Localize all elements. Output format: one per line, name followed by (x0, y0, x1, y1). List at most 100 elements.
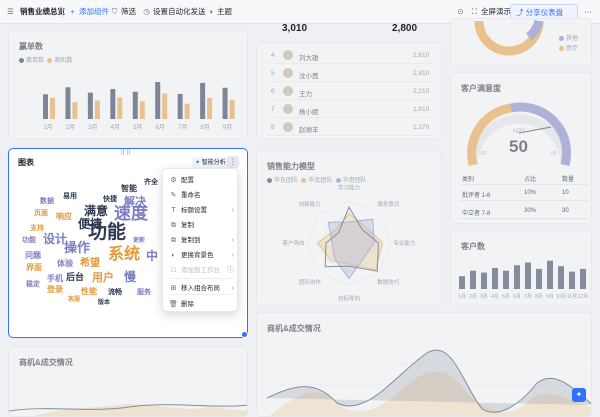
x-tick-label: 8月 (200, 124, 209, 131)
x-tick-label: 5月 (502, 294, 510, 300)
bottom-left-area-chart (9, 404, 247, 416)
theme-button[interactable]: ◑ 主题 (206, 5, 232, 19)
info-icon: ⓘ (227, 267, 234, 274)
menu-item-title[interactable]: T 标题设置 › (163, 203, 239, 218)
category-donut-card[interactable]: 其他 医疗 (450, 18, 592, 66)
x-tick-label: 11月 (567, 294, 577, 300)
x-tick-label: 5月 (133, 124, 142, 131)
bar-won (110, 89, 116, 119)
menu-separator (169, 294, 233, 295)
bar-opportunity (139, 101, 145, 119)
ranking-row: 7 杨小妮 1,810 (267, 101, 435, 118)
radar-card[interactable]: 销售能力模型 华东团队 华北团队 华南团队 学习能力 服务意识 专业能力 数据技巧 目标… (256, 150, 442, 306)
bar-customers (503, 270, 509, 289)
clock-icon: ◷ (143, 7, 150, 16)
x-tick-label: 4月 (491, 294, 499, 300)
gauge-right-tick: 50 (551, 151, 557, 157)
filter-button[interactable]: ⛉ 筛选 (110, 5, 136, 19)
copy-to-icon: ⧉ (171, 237, 176, 244)
radar-axis-label: 服务意识 (377, 200, 400, 208)
menu-separator (169, 278, 233, 279)
plus-icon: + (70, 7, 75, 16)
row-quantity: 30 (562, 208, 569, 214)
fullscreen-icon: ⛶ (471, 7, 478, 16)
avatar (283, 104, 293, 114)
chevron-right-icon: › (231, 207, 234, 214)
donut-legend-medical-label: 医疗 (566, 46, 579, 52)
add-component-button[interactable]: + 添加组件 (68, 5, 109, 19)
chevron-right-icon: › (231, 237, 234, 244)
toolbar-divider (62, 6, 63, 18)
auto-send-button[interactable]: ◷ 设置自动化发送 (142, 5, 206, 19)
ranking-row: 4 刘大雄 2,610 (267, 47, 435, 64)
rank-value: 2,210 (413, 88, 430, 95)
resize-handle[interactable] (241, 331, 248, 338)
radar-axis-label: 学习能力 (338, 184, 360, 192)
bar-customers (558, 266, 564, 289)
trash-icon: 🗑 (169, 301, 178, 308)
drag-handle-icon[interactable]: ⠿⠿ (120, 149, 132, 157)
menu-item-copy-to[interactable]: ⧉ 复制到 › (163, 233, 239, 248)
auto-send-label: 设置自动化发送 (153, 7, 206, 16)
menu-item-trash[interactable]: 🗑 删除 (163, 297, 239, 312)
kpi-left-value: 3,010 (282, 23, 308, 34)
palette-icon: ◐ (171, 252, 176, 259)
bar-won (177, 93, 183, 119)
bar-opportunity (229, 99, 235, 119)
theme-icon: ◑ (208, 7, 213, 16)
smart-analysis-label: 智能分析 (201, 160, 226, 166)
bar-opportunity (184, 103, 190, 119)
rank-value: 2,610 (413, 52, 430, 59)
customers-card[interactable]: 客户数 1月 2月 3月 4月 5月 6月 7月 8月 9月 10月 11月 12月 (450, 230, 592, 306)
gauge-left-tick: -50 (479, 151, 487, 157)
chevron-right-icon: › (231, 252, 234, 259)
dashboard-title: 销售业绩总览 (20, 7, 65, 16)
menu-icon[interactable]: ☰ (6, 5, 17, 19)
wordcloud-card-title: 图表 (18, 158, 34, 167)
menu-item-edit[interactable]: ✎ 重命名 (163, 188, 239, 203)
donut-legend-other-label: 其他 (566, 36, 579, 42)
rank-name: 沈小茜 (299, 73, 319, 80)
satisfaction-row: 中立者 7-8 30% 30 (460, 204, 588, 219)
copy-icon: ⧉ (171, 222, 176, 229)
share-label: 分享仪表盘 (525, 8, 564, 17)
menu-item-label: 移入组合布局 (181, 285, 220, 292)
satisfaction-row: 批评者 1-6 10% 10 (460, 186, 588, 201)
menu-item-gear[interactable]: ⚙ 配置 (163, 173, 239, 188)
ranking-card[interactable]: 4 刘大雄 2,610 5 沈小茜 2,810 6 王力 2,210 7 杨小妮 1,810 8 赵顺丰 1… (256, 42, 442, 140)
more-options-button[interactable]: ··· (584, 5, 592, 19)
radar-chart: 学习能力服务意识专业能力数据技巧目标导向 团队协作 客户导向 创新能力 (283, 184, 416, 303)
bar-won (43, 94, 48, 119)
radar-axis-label: 客户导向 (283, 239, 305, 247)
bar-customers (492, 267, 498, 289)
orders-card[interactable]: 赢单数 赢单数 商机数 1月 2月 3月 4月 5月 6月 7月 8月 9月 (8, 30, 248, 140)
theme-label: 主题 (217, 7, 232, 16)
bar-won (87, 92, 93, 119)
menu-item-label: 添加到工作台 (181, 267, 220, 274)
bottom-left-card[interactable]: 商机&成交情况 (8, 346, 248, 417)
workspace-icon: ⊡ (170, 267, 177, 274)
bottom-mid-card[interactable]: 商机&成交情况 (256, 312, 592, 417)
menu-item-palette[interactable]: ◐ 更换背景色 › (163, 248, 239, 263)
x-tick-label: 9月 (223, 124, 232, 131)
x-tick-label: 10月 (556, 294, 567, 300)
ranking-row: 8 赵顺丰 1,270 (267, 119, 435, 136)
ai-assistant-button[interactable]: ✦ (572, 388, 586, 402)
bar-customers (459, 276, 465, 289)
radar-axis-label: 专业能力 (393, 239, 415, 247)
bar-opportunity (72, 102, 78, 119)
notification-icon[interactable]: ⊙ (456, 5, 467, 19)
x-tick-label: 12月 (578, 294, 589, 300)
x-tick-label: 1月 (458, 294, 466, 300)
rank-name: 赵顺丰 (299, 127, 319, 134)
gauge-value: 50 (509, 137, 528, 156)
menu-item-label: 标题设置 (181, 207, 207, 214)
satisfaction-card[interactable]: 客户满意度 NPS 50 -50 50 (450, 72, 592, 224)
x-tick-label: 3月 (480, 294, 488, 300)
fullscreen-button[interactable]: ⛶ 全屏演示 (470, 5, 511, 19)
menu-item-label: 重命名 (181, 192, 201, 199)
x-tick-label: 7月 (178, 124, 187, 131)
bar-customers (525, 262, 531, 289)
card-more-button[interactable]: ⋮ (227, 156, 239, 168)
menu-item-copy[interactable]: ⧉ 复制 (163, 218, 239, 233)
